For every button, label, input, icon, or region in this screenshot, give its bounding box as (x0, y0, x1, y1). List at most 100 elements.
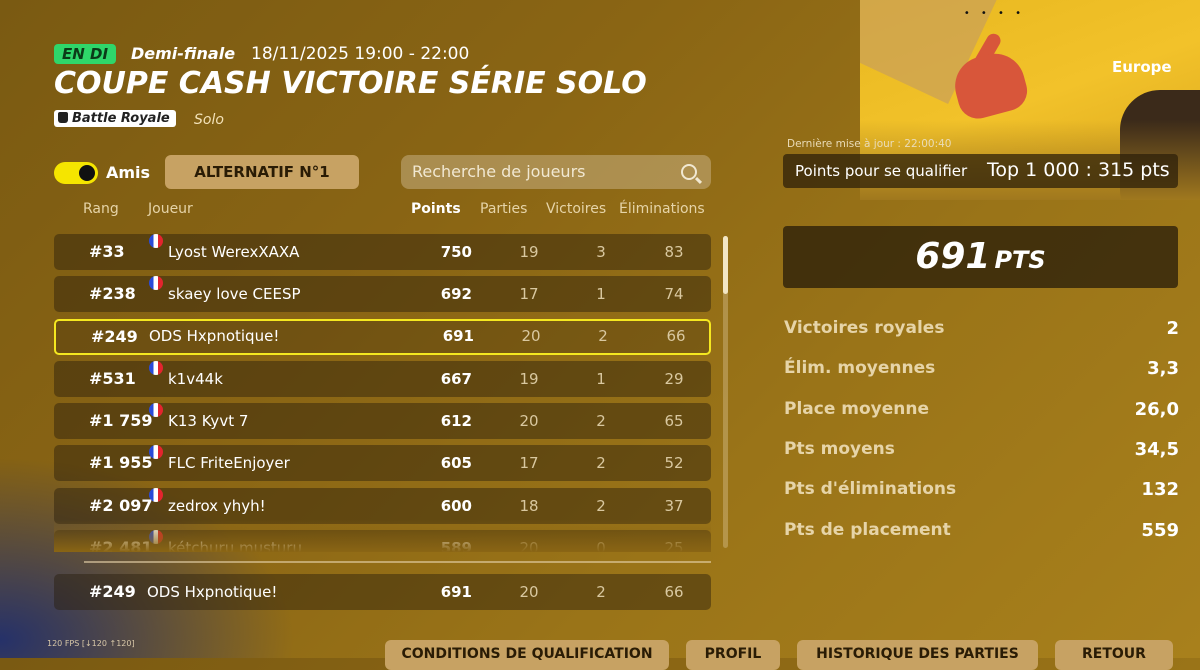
leaderboard-row[interactable]: #2 097 zedrox yhyh! 600 18 2 37 (54, 487, 711, 524)
divider (84, 561, 711, 563)
leaderboard-row[interactable]: #531 k1v44k 667 19 1 29 (54, 360, 711, 397)
leaderboard-list[interactable]: #33 Lyost WerexXAXA 750 19 3 83 #238 skaey love… (54, 234, 711, 552)
row-wins: 2 (598, 326, 608, 345)
back-button[interactable]: RETOUR (1055, 640, 1173, 670)
leaderboard-row[interactable]: #1 759 K13 Kyvt 7 612 20 2 65 (54, 403, 711, 440)
stat-avg-points: Pts moyens 34,5 (784, 439, 1179, 463)
stat-wins: Victoires royales 2 (784, 318, 1179, 342)
row-points: 750 (440, 243, 472, 261)
stat-label: Pts de placement (784, 520, 951, 540)
stat-value: 34,5 (1134, 439, 1179, 460)
qualification-conditions-button[interactable]: CONDITIONS DE QUALIFICATION (385, 640, 669, 670)
row-elims: 74 (664, 285, 684, 304)
search-input[interactable]: Recherche de joueurs (401, 155, 711, 189)
stat-value: 2 (1166, 318, 1179, 339)
row-points: 692 (440, 285, 472, 304)
stat-label: Victoires royales (784, 318, 945, 338)
col-matches[interactable]: Parties (480, 201, 527, 217)
row-matches: 17 (519, 454, 539, 473)
row-rank: #238 (89, 284, 136, 304)
row-points: 605 (440, 454, 472, 473)
search-icon (681, 164, 697, 180)
col-points[interactable]: Points (411, 201, 461, 217)
row-name: skaey love CEESP (168, 285, 301, 304)
scrollbar[interactable] (723, 236, 728, 548)
total-points-unit: PTS (994, 246, 1046, 274)
row-rank: #2 097 (89, 495, 153, 515)
row-name: k1v44k (168, 369, 223, 388)
back-label: RETOUR (1082, 646, 1146, 662)
alternate-button[interactable]: ALTERNATIF N°1 (165, 155, 359, 189)
friends-label: Amis (106, 163, 151, 182)
scroll-thumb[interactable] (723, 236, 728, 294)
row-elims: 83 (664, 243, 684, 261)
row-elims: 66 (666, 326, 686, 345)
leaderboard-row[interactable]: #249 ODS Hxpnotique! 691 20 2 66 (54, 318, 711, 355)
row-points: 691 (442, 326, 474, 345)
total-points: 691 (915, 236, 991, 277)
stat-label: Place moyenne (784, 399, 930, 419)
stat-value: 559 (1141, 520, 1179, 541)
friends-toggle[interactable] (54, 162, 98, 184)
round-label: Demi-finale (131, 44, 236, 63)
qualify-value: Top 1 000 : 315 pts (987, 159, 1170, 181)
row-elims: 65 (664, 412, 684, 431)
my-rank-row[interactable]: #249 ODS Hxpnotique! 691 20 2 66 (54, 574, 711, 610)
row-name: zedrox yhyh! (168, 496, 266, 515)
row-name: ODS Hxpnotique! (149, 326, 280, 345)
page-title: COUPE CASH VICTOIRE SÉRIE SOLO (54, 66, 647, 101)
stat-placement-points: Pts de placement 559 (784, 520, 1179, 544)
row-elims: 66 (664, 583, 684, 601)
profile-button[interactable]: PROFIL (686, 640, 780, 670)
row-wins: 2 (596, 583, 606, 601)
leaderboard-row[interactable]: #238 skaey love CEESP 692 17 1 74 (54, 276, 711, 313)
row-matches: 19 (519, 243, 539, 261)
france-flag-icon (149, 360, 163, 375)
stat-value: 132 (1141, 479, 1179, 500)
row-matches: 18 (519, 496, 539, 515)
row-matches: 20 (519, 412, 539, 431)
row-wins: 1 (596, 369, 606, 388)
row-rank: #1 759 (89, 411, 153, 431)
stat-avg-place: Place moyenne 26,0 (784, 399, 1179, 423)
row-points: 600 (440, 496, 472, 515)
row-matches: 20 (519, 583, 539, 601)
row-wins: 2 (596, 454, 606, 473)
row-points: 691 (440, 583, 472, 601)
col-player[interactable]: Joueur (148, 201, 193, 217)
row-rank: #249 (91, 326, 138, 346)
stat-value: 3,3 (1147, 358, 1179, 379)
stat-label: Élim. moyennes (784, 358, 936, 378)
row-name: K13 Kyvt 7 (168, 412, 249, 431)
row-rank: #531 (89, 368, 136, 388)
france-flag-icon (149, 276, 163, 291)
row-name: FLC FriteEnjoyer (168, 454, 290, 473)
submode-label: Solo (194, 112, 224, 128)
france-flag-icon (149, 234, 163, 248)
event-datetime: 18/11/2025 19:00 - 22:00 (251, 44, 470, 64)
stat-label: Pts d'éliminations (784, 479, 957, 499)
row-name: ODS Hxpnotique! (147, 583, 278, 601)
row-elims: 37 (664, 496, 684, 515)
search-placeholder: Recherche de joueurs (412, 162, 586, 181)
row-rank: #33 (89, 242, 125, 261)
match-history-button[interactable]: HISTORIQUE DES PARTIES (797, 640, 1038, 670)
col-eliminations[interactable]: Éliminations (619, 201, 705, 217)
stat-value: 26,0 (1134, 399, 1179, 420)
decorative-dots: • • • • (963, 8, 1025, 19)
stat-elim-points: Pts d'éliminations 132 (784, 479, 1179, 503)
row-elims: 52 (664, 454, 684, 473)
row-wins: 3 (596, 243, 606, 261)
row-elims: 29 (664, 369, 684, 388)
toggle-knob (79, 165, 95, 181)
leaderboard-row[interactable]: #33 Lyost WerexXAXA 750 19 3 83 (54, 234, 711, 270)
col-rank[interactable]: Rang (83, 201, 119, 217)
row-matches: 20 (521, 326, 541, 345)
leaderboard-row[interactable]: #1 955 FLC FriteEnjoyer 605 17 2 52 (54, 445, 711, 482)
stat-avg-elims: Élim. moyennes 3,3 (784, 358, 1179, 382)
row-wins: 2 (596, 412, 606, 431)
col-wins[interactable]: Victoires (546, 201, 606, 217)
mode-label: Battle Royale (72, 111, 170, 126)
row-wins: 2 (596, 496, 606, 515)
row-rank: #1 955 (89, 453, 153, 473)
